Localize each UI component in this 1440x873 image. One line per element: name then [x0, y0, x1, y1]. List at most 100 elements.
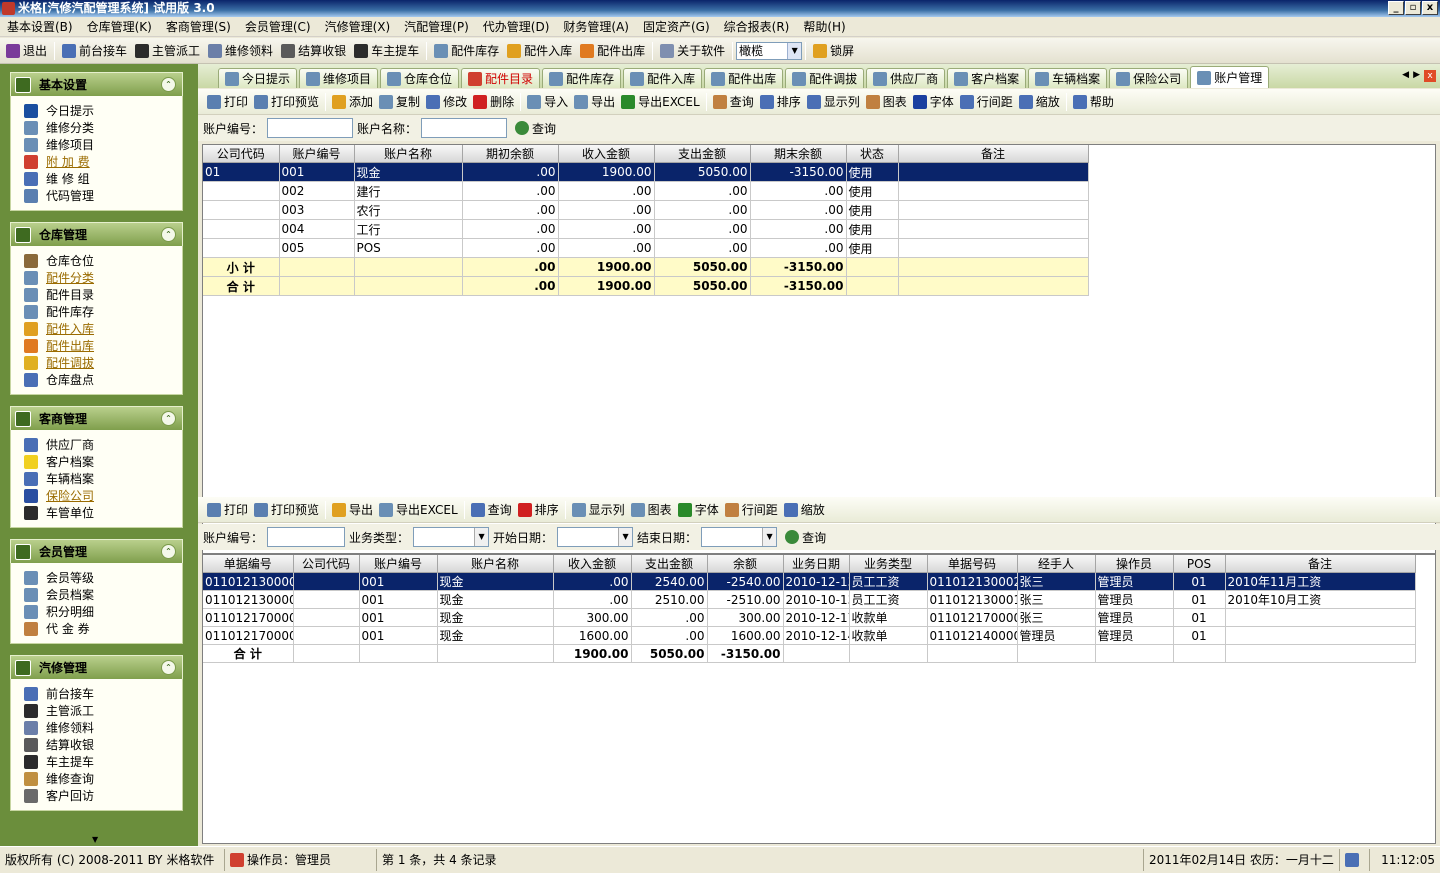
sidebar-item[interactable]: 配件入库	[24, 320, 182, 337]
tab-9[interactable]: 客户档案	[947, 68, 1027, 88]
section-header[interactable]: 客商管理 ⌃	[10, 406, 183, 430]
column-header[interactable]: 业务日期	[783, 555, 850, 573]
sidebar-item[interactable]: 仓库盘点	[24, 371, 182, 388]
column-header[interactable]: 备注	[1225, 555, 1416, 573]
column-header[interactable]: 账户名称	[437, 555, 554, 573]
collapse-icon[interactable]: ⌃	[161, 660, 176, 675]
sidebar-item[interactable]: 配件调拔	[24, 354, 182, 371]
grid-tool-button-7[interactable]: 导出	[571, 91, 618, 113]
grid-tool-button-8[interactable]: 字体	[675, 499, 722, 521]
sidebar-item[interactable]: 附 加 费	[24, 153, 182, 170]
grid-tool-button-16[interactable]: 帮助	[1070, 91, 1117, 113]
minimize-button[interactable]: _	[1388, 1, 1404, 15]
menu-item-9[interactable]: 综合报表(R)	[717, 17, 797, 37]
grid-tool-button-6[interactable]: 显示列	[569, 499, 628, 521]
column-header[interactable]: 操作员	[1095, 555, 1174, 573]
toolbar-button-6[interactable]: 配件库存	[430, 40, 503, 62]
toolbar-button-0[interactable]: 退出	[2, 40, 51, 62]
grid-tool-button-10[interactable]: 缩放	[781, 499, 828, 521]
table-row[interactable]: 01101213000001001现金.002540.00-2540.00201…	[203, 572, 1416, 591]
section-header[interactable]: 汽修管理 ⌃	[10, 655, 183, 679]
start-date-picker[interactable]: ▼	[557, 527, 634, 547]
menu-item-7[interactable]: 财务管理(A)	[556, 17, 636, 37]
column-header[interactable]: 支出金额	[654, 145, 751, 163]
calendar-status[interactable]	[1340, 849, 1370, 871]
collapse-icon[interactable]: ⌃	[161, 77, 176, 92]
column-header[interactable]: 状态	[846, 145, 899, 163]
column-header[interactable]: 收入金额	[558, 145, 655, 163]
sidebar-item[interactable]: 主管派工	[24, 702, 182, 719]
toolbar-button-7[interactable]: 配件入库	[503, 40, 576, 62]
tab-prev-icon[interactable]: ◀	[1402, 70, 1409, 82]
toolbar-button-1[interactable]: 前台接车	[58, 40, 131, 62]
grid-tool-button-5[interactable]: 排序	[515, 499, 562, 521]
column-header[interactable]: 期末余额	[750, 145, 847, 163]
sidebar-item[interactable]: 配件目录	[24, 286, 182, 303]
sidebar-item[interactable]: 会员等级	[24, 569, 182, 586]
close-button[interactable]: x	[1422, 1, 1438, 15]
sidebar-item[interactable]: 车管单位	[24, 504, 182, 521]
table-row[interactable]: 003 农行 .00.00.00.00 使用	[203, 200, 1089, 220]
tab-4[interactable]: 配件库存	[542, 68, 622, 88]
toolbar-button-2[interactable]: 主管派工	[131, 40, 204, 62]
tab-8[interactable]: 供应厂商	[866, 68, 946, 88]
collapse-icon[interactable]: ⌃	[161, 227, 176, 242]
skin-select[interactable]: 橄榄 ▼	[736, 41, 803, 60]
sidebar-item[interactable]: 代 金 券	[24, 620, 182, 637]
account-no-input[interactable]	[267, 118, 354, 138]
grid-tool-button-4[interactable]: 修改	[423, 91, 470, 113]
sidebar-item[interactable]: 结算收银	[24, 736, 182, 753]
column-header[interactable]: 期初余额	[462, 145, 559, 163]
tab-1[interactable]: 维修项目	[299, 68, 379, 88]
sidebar-item[interactable]: 前台接车	[24, 685, 182, 702]
sidebar-item[interactable]: 客户档案	[24, 453, 182, 470]
grid-tool-button-0[interactable]: 打印	[204, 91, 251, 113]
grid-tool-button-4[interactable]: 查询	[468, 499, 515, 521]
sidebar-item[interactable]: 维修领料	[24, 719, 182, 736]
toolbar-button-8[interactable]: 配件出库	[576, 40, 649, 62]
toolbar-button-9[interactable]: 关于软件	[656, 40, 729, 62]
sidebar-item[interactable]: 仓库仓位	[24, 252, 182, 269]
detail-query-button[interactable]: 查询	[781, 526, 830, 548]
lock-screen-button[interactable]: 锁屏	[809, 40, 858, 62]
tab-11[interactable]: 保险公司	[1109, 68, 1189, 88]
column-header[interactable]: 收入金额	[553, 555, 632, 573]
menu-item-6[interactable]: 代办管理(D)	[476, 17, 557, 37]
sidebar-item[interactable]: 车主提车	[24, 753, 182, 770]
tab-next-icon[interactable]: ▶	[1413, 70, 1420, 82]
grid-tool-button-2[interactable]: 添加	[329, 91, 376, 113]
column-header[interactable]: 单据号码	[927, 555, 1018, 573]
biz-type-select[interactable]: ▼	[413, 527, 490, 547]
tab-6[interactable]: 配件出库	[704, 68, 784, 88]
table-row[interactable]: 01101213000002001现金.002510.00-2510.00201…	[203, 590, 1416, 609]
tab-10[interactable]: 车辆档案	[1028, 68, 1108, 88]
table-row[interactable]: 01101217000001001现金300.00.00300.002010-1…	[203, 608, 1416, 627]
menu-item-3[interactable]: 会员管理(C)	[238, 17, 318, 37]
sidebar-item[interactable]: 维修分类	[24, 119, 182, 136]
sidebar-item[interactable]: 维 修 组	[24, 170, 182, 187]
sidebar-item[interactable]: 客户回访	[24, 787, 182, 804]
grid-tool-button-3[interactable]: 导出EXCEL	[376, 499, 461, 521]
sidebar-item[interactable]: 代码管理	[24, 187, 182, 204]
sidebar-item[interactable]: 维修查询	[24, 770, 182, 787]
sidebar-item[interactable]: 维修项目	[24, 136, 182, 153]
column-header[interactable]: 业务类型	[849, 555, 928, 573]
column-header[interactable]: 公司代码	[293, 555, 360, 573]
table-row[interactable]: 005 POS .00.00.00.00 使用	[203, 238, 1089, 258]
sidebar-item[interactable]: 积分明细	[24, 603, 182, 620]
grid-tool-button-3[interactable]: 复制	[376, 91, 423, 113]
menu-item-8[interactable]: 固定资产(G)	[636, 17, 717, 37]
grid-tool-button-15[interactable]: 缩放	[1016, 91, 1063, 113]
toolbar-button-5[interactable]: 车主提车	[350, 40, 423, 62]
grid-tool-button-12[interactable]: 图表	[863, 91, 910, 113]
grid-tool-button-11[interactable]: 显示列	[804, 91, 863, 113]
end-date-picker[interactable]: ▼	[701, 527, 778, 547]
column-header[interactable]: 账户编号	[359, 555, 438, 573]
column-header[interactable]: 支出金额	[631, 555, 708, 573]
sidebar-item[interactable]: 今日提示	[24, 102, 182, 119]
detail-account-no-input[interactable]	[267, 527, 346, 547]
sidebar-item[interactable]: 配件出库	[24, 337, 182, 354]
menu-item-5[interactable]: 汽配管理(P)	[397, 17, 476, 37]
tab-3[interactable]: 配件目录	[461, 68, 541, 88]
menu-item-4[interactable]: 汽修管理(X)	[318, 17, 398, 37]
